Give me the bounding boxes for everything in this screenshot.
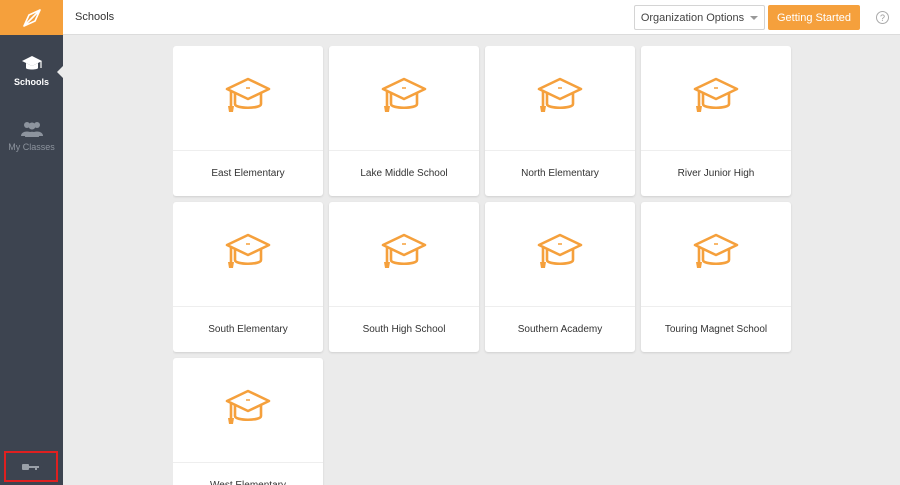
help-icon[interactable]: ? — [876, 11, 889, 24]
sidebar-item-schools[interactable]: Schools — [0, 55, 63, 87]
group-icon — [20, 122, 43, 137]
organization-options-button[interactable]: Organization Options — [634, 5, 765, 30]
graduation-cap-icon — [224, 388, 272, 433]
graduation-cap-icon — [692, 232, 740, 277]
graduation-cap-icon — [380, 232, 428, 277]
school-name: West Elementary — [210, 479, 286, 485]
school-card[interactable]: East Elementary — [173, 46, 323, 196]
sidebar: Schools My Classes — [0, 0, 63, 485]
school-card-image — [173, 358, 323, 462]
app-logo[interactable] — [0, 0, 63, 35]
school-card-image — [173, 202, 323, 306]
school-card[interactable]: Southern Academy — [485, 202, 635, 352]
getting-started-button[interactable]: Getting Started — [768, 5, 860, 30]
graduation-cap-icon — [224, 232, 272, 277]
school-card-image — [329, 46, 479, 150]
top-header: Schools Organization Options Getting Sta… — [63, 0, 900, 35]
graduation-cap-icon — [536, 76, 584, 121]
school-card[interactable]: North Elementary — [485, 46, 635, 196]
school-card[interactable]: West Elementary — [173, 358, 323, 485]
school-name: Southern Academy — [517, 323, 603, 335]
chevron-down-icon — [750, 15, 759, 20]
sidebar-item-my-classes[interactable]: My Classes — [0, 120, 63, 152]
school-name: Touring Magnet School — [664, 323, 768, 335]
logout-button[interactable] — [4, 451, 58, 482]
school-card[interactable]: River Junior High — [641, 46, 791, 196]
school-card-image — [641, 202, 791, 306]
active-indicator — [57, 66, 63, 78]
school-card[interactable]: Lake Middle School — [329, 46, 479, 196]
school-card-image — [329, 202, 479, 306]
school-name: South Elementary — [208, 323, 288, 335]
page-title: Schools — [75, 11, 115, 23]
sidebar-item-label: My Classes — [8, 142, 55, 152]
organization-options-label: Organization Options — [640, 11, 745, 24]
compass-logo-icon — [22, 8, 41, 27]
school-card-image — [641, 46, 791, 150]
getting-started-label: Getting Started — [777, 11, 851, 24]
school-name: River Junior High — [677, 167, 755, 179]
school-name: South High School — [362, 323, 446, 335]
school-card-image — [173, 46, 323, 150]
school-name: Lake Middle School — [360, 167, 448, 179]
graduation-cap-icon — [380, 76, 428, 121]
school-card[interactable]: South High School — [329, 202, 479, 352]
school-name: North Elementary — [521, 167, 599, 179]
school-name: East Elementary — [211, 167, 285, 179]
key-icon — [22, 463, 39, 470]
sidebar-item-label: Schools — [13, 77, 49, 87]
graduation-cap-icon — [21, 56, 42, 70]
school-card-image — [485, 202, 635, 306]
graduation-cap-icon — [692, 76, 740, 121]
school-card-image — [485, 46, 635, 150]
school-card[interactable]: South Elementary — [173, 202, 323, 352]
school-card[interactable]: Touring Magnet School — [641, 202, 791, 352]
graduation-cap-icon — [224, 76, 272, 121]
schools-grid: East Elementary Lake Middle School North E… — [173, 46, 795, 485]
graduation-cap-icon — [536, 232, 584, 277]
